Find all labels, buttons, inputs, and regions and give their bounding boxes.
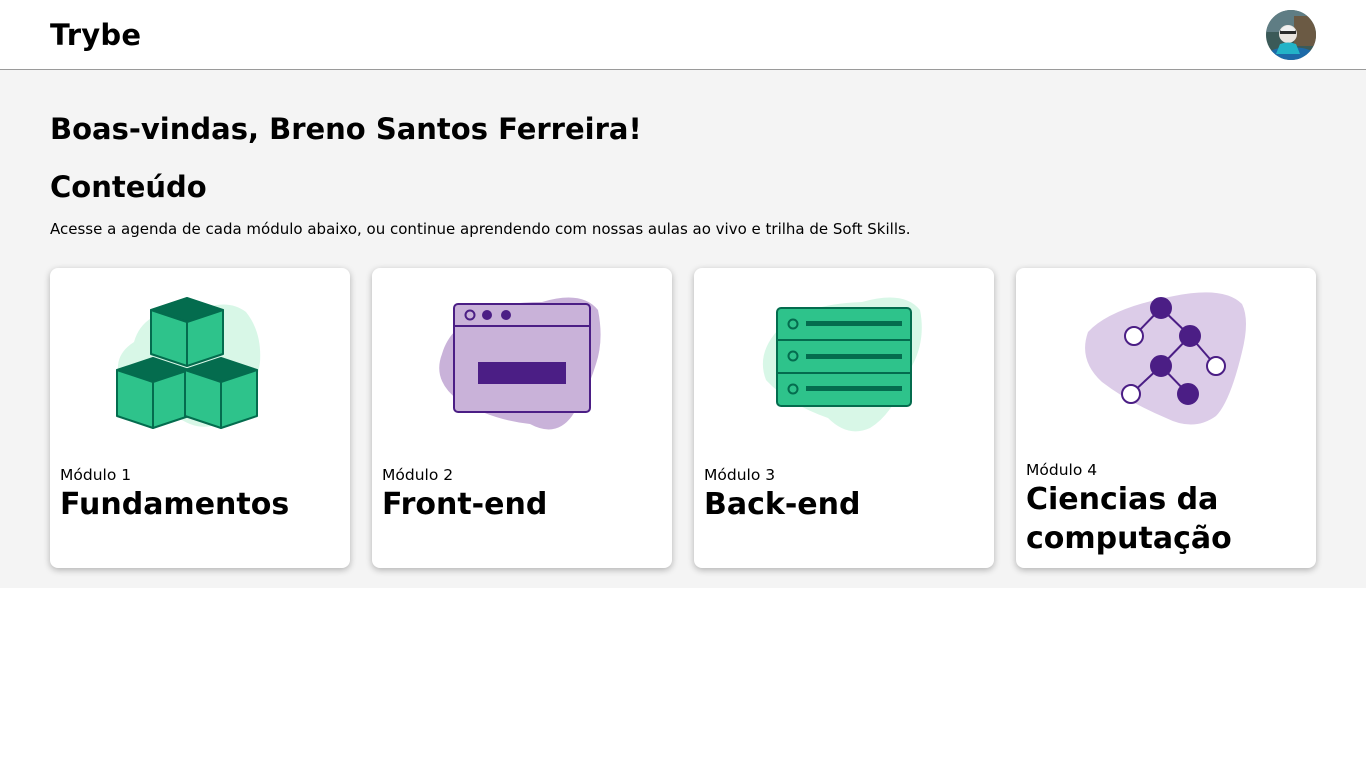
section-title: Conteúdo [50,170,207,204]
module-title: Fundamentos [60,487,290,522]
module-card-back-end[interactable]: Módulo 3 Back-end [694,268,994,568]
module-card-ciencias-da-computacao[interactable]: Módulo 4 Ciencias da computação [1016,268,1316,568]
cubes-icon [116,297,261,429]
module-card-text: Módulo 4 Ciencias da computação [1026,460,1306,558]
module-card-text: Módulo 3 Back-end [704,465,984,524]
tree-graph-icon [1085,292,1246,425]
module-card-text: Módulo 2 Front-end [382,465,662,524]
module-label: Módulo 2 [382,466,454,484]
server-icon [762,297,922,432]
browser-window-icon [439,297,601,430]
module-title: Front-end [382,487,548,522]
module-title: Back-end [704,487,861,522]
module-card-front-end[interactable]: Módulo 2 Front-end [372,268,672,568]
module-card-fundamentos[interactable]: Módulo 1 Fundamentos [50,268,350,568]
main-content: Boas-vindas, Breno Santos Ferreira! Cont… [0,70,1366,588]
section-description: Acesse a agenda de cada módulo abaixo, o… [50,220,911,238]
module-label: Módulo 3 [704,466,776,484]
brand-logo[interactable]: Trybe [50,18,141,52]
module-label: Módulo 4 [1026,461,1098,479]
welcome-heading: Boas-vindas, Breno Santos Ferreira! [50,112,642,146]
module-label: Módulo 1 [60,466,132,484]
top-bar: Trybe [0,0,1366,70]
module-title: Ciencias da computação [1026,482,1232,556]
user-avatar-icon[interactable] [1266,9,1316,60]
module-cards: Módulo 1 Fundamentos Módulo 2 Front-end [50,268,1316,568]
module-card-text: Módulo 1 Fundamentos [60,465,340,524]
